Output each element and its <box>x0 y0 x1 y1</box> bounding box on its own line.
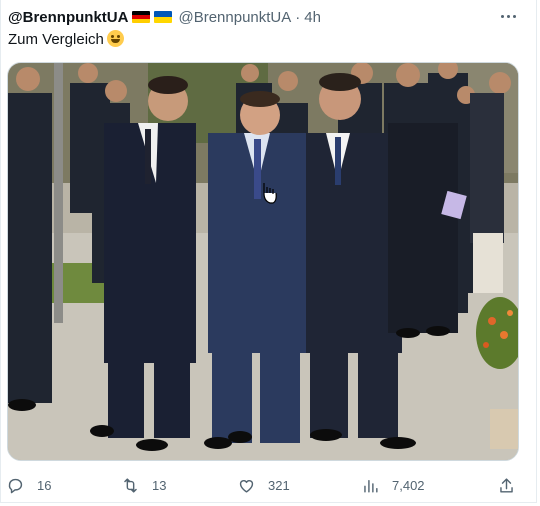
photo-image <box>8 63 518 460</box>
tweet-photo[interactable] <box>7 62 519 461</box>
separator-dot: · <box>295 8 301 26</box>
tweet-actions: 16 13 321 7,402 <box>0 472 537 498</box>
retweet-icon <box>124 477 137 493</box>
share-button[interactable] <box>497 472 516 498</box>
user-handle[interactable]: @BrennpunktUA <box>178 9 291 26</box>
germany-flag-icon <box>132 11 151 23</box>
like-button[interactable]: 321 <box>237 472 290 498</box>
retweet-button[interactable]: 13 <box>121 472 166 498</box>
tweet-text-content: Zum Vergleich <box>8 31 104 48</box>
timestamp[interactable]: 4h <box>304 9 321 26</box>
heart-icon <box>239 479 254 493</box>
views-count: 7,402 <box>392 477 425 493</box>
tweet-header: @BrennpunktUA @BrennpunktUA · 4h <box>8 6 321 28</box>
retweet-count: 13 <box>152 477 167 493</box>
reply-icon <box>8 478 23 493</box>
like-count: 321 <box>268 477 290 493</box>
share-icon <box>500 477 513 493</box>
tweet-text: Zum Vergleich <box>8 30 124 48</box>
more-options-icon[interactable] <box>498 8 518 24</box>
reply-button[interactable]: 16 <box>6 472 51 498</box>
reply-count: 16 <box>37 477 52 493</box>
analytics-bar-icon <box>364 479 378 493</box>
display-name[interactable]: @BrennpunktUA <box>8 9 128 26</box>
views-button[interactable]: 7,402 <box>361 472 425 498</box>
ukraine-flag-icon <box>154 11 173 23</box>
laughing-emoji-icon <box>106 30 124 47</box>
